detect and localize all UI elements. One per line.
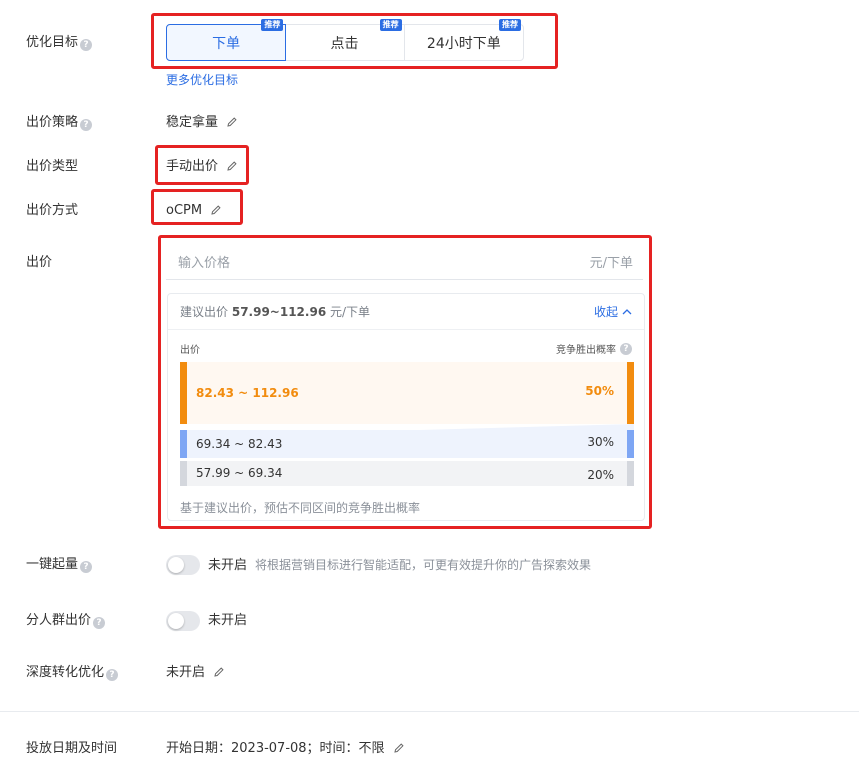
more-optimization-link[interactable]: 更多优化目标 <box>166 71 238 88</box>
highlight-box <box>158 235 652 529</box>
bid-strategy-label-row: 出价策略? <box>26 114 93 132</box>
help-icon[interactable]: ? <box>93 617 106 629</box>
deep-conversion-value: 未开启 <box>166 665 206 680</box>
bid-strategy-value: 稳定拿量 <box>166 115 219 130</box>
audience-bid-toggle[interactable] <box>166 611 200 631</box>
deep-conversion-label: 深度转化优化 <box>26 665 105 680</box>
edit-pencil-icon[interactable] <box>393 742 405 754</box>
bid-label: 出价 <box>26 255 53 270</box>
help-icon[interactable]: ? <box>80 119 93 131</box>
one-click-boost-toggle[interactable] <box>166 555 200 575</box>
bid-method-label: 出价方式 <box>26 203 79 218</box>
toggle-knob <box>168 613 184 629</box>
edit-pencil-icon[interactable] <box>213 666 225 678</box>
deep-conversion-label-row: 深度转化优化? <box>26 664 119 682</box>
bid-strategy-label: 出价策略 <box>26 115 79 130</box>
section-divider <box>0 711 859 712</box>
deep-conversion-value-row: 未开启 <box>166 664 225 682</box>
bid-strategy-value-row: 稳定拿量 <box>166 114 238 132</box>
one-click-boost-state: 未开启 <box>208 558 248 573</box>
one-click-boost-label: 一键起量 <box>26 557 79 572</box>
schedule-label: 投放日期及时间 <box>26 741 118 756</box>
optimization-label-row: 优化目标? <box>26 34 93 52</box>
highlight-box <box>151 13 558 69</box>
audience-bid-label-row: 分人群出价? <box>26 612 106 630</box>
schedule-value: 开始日期：2023-07-08；时间：不限 <box>166 741 385 756</box>
toggle-knob <box>168 557 184 573</box>
help-icon[interactable]: ? <box>106 669 119 681</box>
help-icon[interactable]: ? <box>80 561 93 573</box>
schedule-value-row: 开始日期：2023-07-08；时间：不限 <box>166 740 405 758</box>
help-icon[interactable]: ? <box>80 39 93 51</box>
bid-type-label: 出价类型 <box>26 159 79 174</box>
audience-bid-state: 未开启 <box>208 613 248 628</box>
one-click-boost-label-row: 一键起量? <box>26 556 93 574</box>
highlight-box <box>151 189 243 225</box>
audience-bid-label: 分人群出价 <box>26 613 92 628</box>
one-click-boost-status-row: 未开启 将根据营销目标进行智能适配，可更有效提升你的广告探索效果 <box>208 556 591 575</box>
one-click-boost-description: 将根据营销目标进行智能适配，可更有效提升你的广告探索效果 <box>255 558 592 572</box>
edit-pencil-icon[interactable] <box>226 116 238 128</box>
highlight-box <box>155 145 249 185</box>
optimization-label: 优化目标 <box>26 35 79 50</box>
